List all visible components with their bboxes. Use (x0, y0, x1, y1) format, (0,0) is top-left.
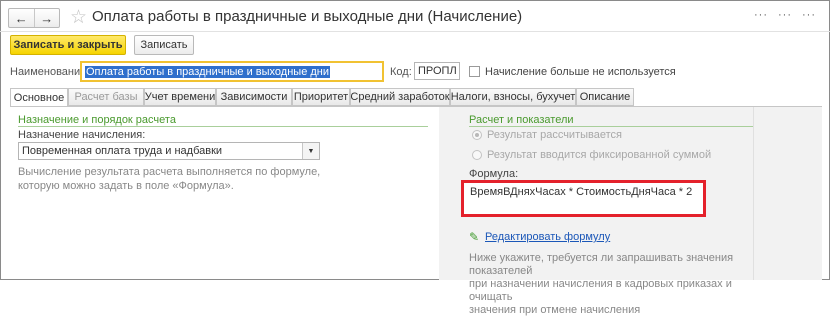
edit-formula-link[interactable]: Редактировать формулу (485, 231, 610, 243)
purpose-value: Повременная оплата труда и надбавки (22, 145, 223, 157)
page-title: Оплата работы в праздничные и выходные д… (92, 8, 523, 25)
not-used-label: Начисление больше не используется (485, 66, 676, 78)
code-label: Код: (390, 66, 412, 78)
section-title-purpose: Назначение и порядок расчета (18, 114, 176, 126)
name-label: Наименование: (10, 66, 90, 78)
tab-base-calc[interactable]: Расчет базы (68, 88, 144, 106)
nav-buttons: ← → (8, 8, 60, 28)
tab-main[interactable]: Основное (10, 88, 68, 107)
name-value: Оплата работы в праздничные и выходные д… (85, 65, 331, 78)
tab-description[interactable]: Описание (576, 88, 634, 106)
save-and-close-button[interactable]: Записать и закрыть (10, 35, 126, 55)
chevron-down-icon[interactable]: ▼ (302, 143, 319, 159)
note-line: при назначении начисления в кадровых при… (469, 278, 732, 303)
purpose-note: Вычисление результата расчета выполняетс… (18, 165, 338, 193)
note-line: Ниже укажите, требуется ли запрашивать з… (469, 252, 734, 277)
radio-calculated[interactable] (472, 130, 482, 140)
back-arrow-icon[interactable]: ← (9, 9, 34, 27)
purpose-select[interactable]: Повременная оплата труда и надбавки ▼ (18, 142, 320, 160)
forward-arrow-icon[interactable]: → (35, 9, 60, 27)
more-icon[interactable]: ··· (750, 8, 772, 22)
more-icon[interactable]: ··· (774, 8, 796, 22)
note-line: Вычисление результата расчета выполняетс… (18, 166, 321, 178)
note-line: значения при отмене начисления (469, 304, 641, 316)
tab-priority[interactable]: Приоритет (292, 88, 350, 106)
radio-fixed[interactable] (472, 150, 482, 160)
more-icon[interactable]: ··· (798, 8, 820, 22)
code-input[interactable]: ПРОПЛ (414, 62, 460, 80)
tab-average-earnings[interactable]: Средний заработок (350, 88, 450, 106)
name-input[interactable]: Оплата работы в праздничные и выходные д… (80, 61, 384, 82)
formula-label: Формула: (469, 168, 519, 180)
note-line: которую можно задать в поле «Формула». (18, 180, 234, 192)
indicators-note: Ниже укажите, требуется ли запрашивать з… (469, 252, 759, 317)
pencil-icon: ✎ (469, 230, 480, 244)
tab-time-tracking[interactable]: Учет времени (144, 88, 216, 106)
radio-calculated-label: Результат рассчитывается (487, 129, 622, 141)
tab-taxes[interactable]: Налоги, взносы, бухучет (450, 88, 576, 106)
header-divider (0, 31, 830, 32)
section-divider (18, 126, 428, 127)
tab-dependencies[interactable]: Зависимости (216, 88, 292, 106)
not-used-checkbox[interactable] (469, 66, 480, 77)
section-title-calc: Расчет и показатели (469, 114, 574, 126)
purpose-label: Назначение начисления: (18, 129, 146, 141)
section-divider (469, 126, 753, 127)
radio-fixed-label: Результат вводится фиксированной суммой (487, 149, 712, 161)
formula-value: ВремяВДняхЧасах * СтоимостьДняЧаса * 2 (470, 186, 693, 198)
favorite-star-icon[interactable]: ☆ (70, 6, 87, 29)
save-button[interactable]: Записать (134, 35, 194, 55)
